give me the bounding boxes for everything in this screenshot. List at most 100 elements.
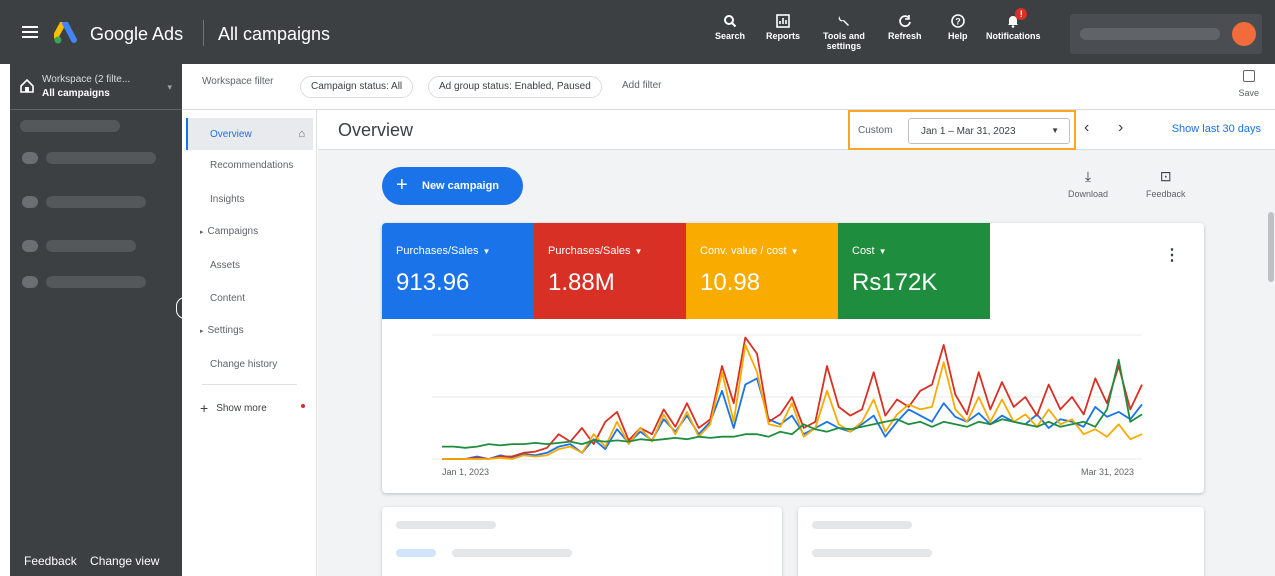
scrollbar[interactable] bbox=[1267, 150, 1275, 576]
blurred-text bbox=[812, 549, 932, 557]
series-line-1 bbox=[442, 336, 1143, 460]
menu-icon[interactable] bbox=[22, 26, 38, 38]
reports-icon bbox=[775, 14, 791, 28]
nav-item-content[interactable]: Content bbox=[210, 293, 245, 304]
help-icon: ? bbox=[950, 14, 966, 28]
summary-card-blurred bbox=[382, 507, 782, 576]
new-campaign-label: New campaign bbox=[422, 180, 500, 192]
metric-tile-conv-value-cost[interactable]: Conv. value / cost ▼ 10.98 bbox=[686, 223, 838, 319]
refresh-label: Refresh bbox=[888, 31, 922, 41]
workspace-selector[interactable]: Workspace (2 filte... All campaigns ▾ bbox=[10, 64, 182, 110]
tools-label-1: Tools and bbox=[823, 31, 865, 41]
nav-item-label: Overview bbox=[210, 129, 252, 140]
nav-item-settings[interactable]: ▸ Settings bbox=[200, 325, 244, 336]
show-last-30-days-link[interactable]: Show last 30 days bbox=[1172, 123, 1261, 135]
blurred-account-row[interactable] bbox=[46, 196, 146, 208]
blurred-account-icon bbox=[22, 276, 38, 288]
ad-group-status-chip[interactable]: Ad group status: Enabled, Paused bbox=[428, 76, 602, 98]
metric-value: 1.88M bbox=[548, 269, 615, 296]
caret-down-icon: ▼ bbox=[878, 247, 887, 256]
metric-value: 10.98 bbox=[700, 269, 761, 296]
tools-settings-button[interactable]: Tools and settings bbox=[823, 14, 865, 51]
nav-item-insights[interactable]: Insights bbox=[210, 194, 244, 205]
app-name: Google Ads bbox=[90, 24, 184, 44]
x-axis-start-label: Jan 1, 2023 bbox=[442, 467, 490, 477]
metric-label[interactable]: Purchases/Sales ▼ bbox=[396, 245, 490, 257]
change-view-link[interactable]: Change view bbox=[90, 554, 159, 568]
metric-label[interactable]: Conv. value / cost ▼ bbox=[700, 245, 799, 257]
google-ads-logo-icon bbox=[54, 22, 77, 44]
metric-tile-cost[interactable]: Cost ▼ Rs172K bbox=[838, 223, 990, 319]
home-icon bbox=[20, 79, 34, 93]
show-more-button[interactable]: + Show more bbox=[200, 400, 267, 416]
nav-item-overview[interactable]: Overview ⌂ bbox=[186, 118, 313, 150]
tools-label-2: settings bbox=[826, 41, 862, 51]
previous-period-button[interactable]: ‹ bbox=[1084, 119, 1089, 137]
overview-header: Overview Custom Jan 1 – Mar 31, 2023 ▼ ‹… bbox=[318, 110, 1275, 150]
metric-tile-purchases-value[interactable]: Purchases/Sales ▼ 1.88M bbox=[534, 223, 686, 319]
nav-item-recommendations[interactable]: Recommendations bbox=[210, 160, 293, 171]
download-icon: ⤓ bbox=[1084, 168, 1092, 184]
date-range-selector: Custom Jan 1 – Mar 31, 2023 ▼ bbox=[848, 110, 1076, 150]
blurred-chip bbox=[396, 549, 436, 557]
new-campaign-button[interactable]: + New campaign bbox=[382, 167, 523, 205]
summary-card-blurred bbox=[798, 507, 1204, 576]
campaign-status-chip[interactable]: Campaign status: All bbox=[300, 76, 414, 98]
metric-value: Rs172K bbox=[852, 269, 938, 296]
nav-item-campaigns[interactable]: ▸ Campaigns bbox=[200, 226, 258, 237]
nav-item-change-history[interactable]: Change history bbox=[210, 359, 277, 370]
account-switcher[interactable] bbox=[1070, 14, 1262, 54]
refresh-button[interactable]: Refresh bbox=[888, 14, 922, 41]
divider bbox=[202, 384, 297, 385]
avatar[interactable] bbox=[1232, 22, 1256, 46]
series-line-2 bbox=[442, 343, 1143, 460]
workspace-filter-label: Workspace filter bbox=[202, 76, 274, 87]
series-group bbox=[442, 336, 1143, 460]
dropdown-arrow-icon: ▼ bbox=[1051, 126, 1059, 135]
account-sidebar: Workspace (2 filte... All campaigns ▾ Fe… bbox=[10, 64, 182, 576]
show-more-label: Show more bbox=[216, 403, 267, 414]
reports-button[interactable]: Reports bbox=[766, 14, 800, 41]
search-button[interactable]: Search bbox=[715, 14, 745, 41]
help-button[interactable]: ? Help bbox=[948, 14, 968, 41]
notifications-label: Notifications bbox=[986, 31, 1041, 41]
page-nav: Overview ⌂ Recommendations Insights ▸ Cam… bbox=[182, 110, 317, 576]
blurred-account-icon bbox=[22, 196, 38, 208]
filter-bar: Workspace filter Campaign status: All Ad… bbox=[182, 64, 1275, 110]
metric-label[interactable]: Purchases/Sales ▼ bbox=[548, 245, 642, 257]
blurred-account-row[interactable] bbox=[46, 152, 156, 164]
workspace-line-1: Workspace (2 filte... bbox=[42, 74, 131, 85]
nav-item-assets[interactable]: Assets bbox=[210, 260, 240, 271]
blurred-account-header bbox=[20, 120, 120, 132]
blurred-account-row[interactable] bbox=[46, 276, 146, 288]
download-button[interactable]: ⤓ Download bbox=[1068, 168, 1108, 199]
metric-label[interactable]: Cost ▼ bbox=[852, 245, 887, 257]
main-content: Overview Custom Jan 1 – Mar 31, 2023 ▼ ‹… bbox=[318, 110, 1275, 576]
notification-badge: ! bbox=[1015, 8, 1028, 20]
add-filter-button[interactable]: Add filter bbox=[622, 80, 661, 91]
blurred-title bbox=[396, 521, 496, 529]
bell-icon: ! bbox=[1005, 8, 1028, 28]
x-axis-end-label: Mar 31, 2023 bbox=[1081, 467, 1135, 477]
divider bbox=[203, 20, 204, 46]
save-label: Save bbox=[1238, 88, 1259, 98]
caret-down-icon: ▼ bbox=[634, 247, 643, 256]
date-range-dropdown[interactable]: Jan 1 – Mar 31, 2023 ▼ bbox=[908, 118, 1070, 144]
next-period-button[interactable]: › bbox=[1118, 119, 1123, 137]
caret-down-icon: ▼ bbox=[790, 247, 799, 256]
metric-tile-purchases[interactable]: Purchases/Sales ▼ 913.96 bbox=[382, 223, 534, 319]
feedback-link[interactable]: Feedback bbox=[24, 554, 77, 568]
notifications-button[interactable]: ! Notifications bbox=[986, 8, 1041, 41]
date-range-type: Custom bbox=[858, 125, 893, 136]
expand-arrow-icon: ▸ bbox=[200, 229, 204, 236]
scrollbar-thumb[interactable] bbox=[1268, 212, 1274, 282]
save-button[interactable]: Save bbox=[1238, 70, 1259, 98]
page-heading: All campaigns bbox=[218, 24, 331, 44]
home-icon: ⌂ bbox=[298, 128, 305, 140]
date-range-value: Jan 1 – Mar 31, 2023 bbox=[921, 126, 1016, 137]
blurred-account-row[interactable] bbox=[46, 240, 136, 252]
feedback-label: Feedback bbox=[1146, 189, 1186, 199]
feedback-button[interactable]: ⊡ Feedback bbox=[1146, 168, 1186, 199]
more-options-icon[interactable]: ⋮ bbox=[1164, 245, 1180, 265]
feedback-icon: ⊡ bbox=[1159, 168, 1172, 184]
